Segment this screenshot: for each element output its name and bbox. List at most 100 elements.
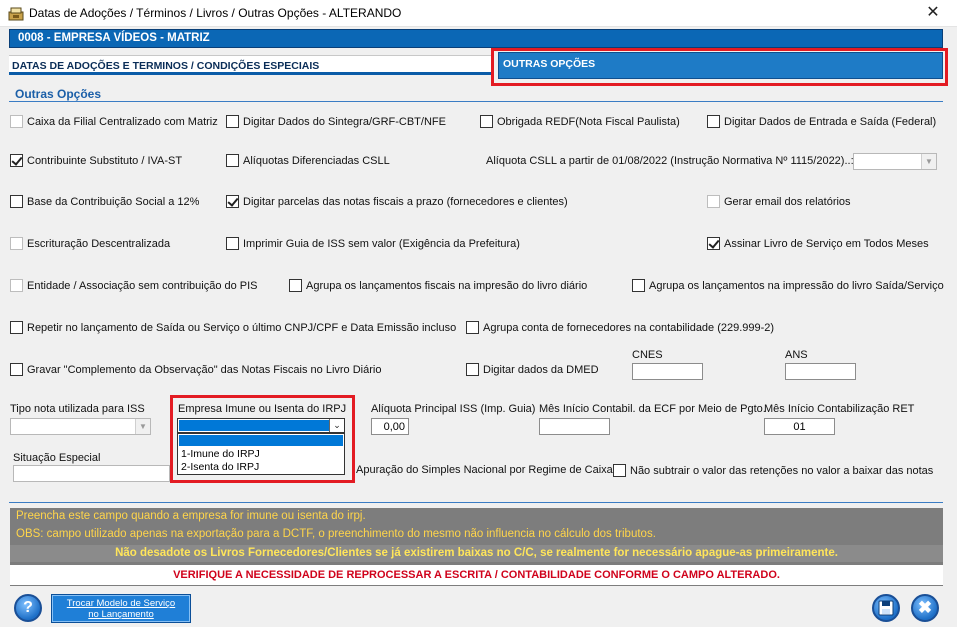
mes-inicio-ecf-label: Mês Início Contabil. da ECF por Meio de … (539, 403, 766, 415)
aliquota-iss-label: Alíquota Principal ISS (Imp. Guia) (371, 403, 536, 415)
checkbox-apuracao-simples[interactable]: Apuração do Simples Nacional por Regime … (356, 464, 613, 476)
app-icon (8, 7, 24, 21)
checkbox-escrituracao[interactable]: Escrituração Descentralizada (10, 237, 170, 250)
checkbox-label: Agrupa os lançamentos fiscais na impresã… (306, 279, 588, 292)
aliquota-csll-select[interactable]: ▼ (853, 153, 937, 170)
checkbox-agrupa-saida[interactable]: Agrupa os lançamentos na impressão do li… (632, 279, 944, 292)
close-button[interactable]: ✖ (911, 594, 939, 622)
cnes-input[interactable] (632, 363, 703, 380)
checkbox-label: Digitar Dados de Entrada e Saída (Federa… (724, 115, 937, 128)
hint-message: Preencha este campo quando a empresa for… (16, 510, 366, 522)
checkbox-repetir-lancamento[interactable]: Repetir no lançamento de Saída ou Serviç… (10, 321, 456, 334)
checkbox-box[interactable] (10, 363, 23, 376)
checkbox-box[interactable] (707, 195, 720, 208)
checkbox-box[interactable] (707, 115, 720, 128)
checkbox-digitar-parcelas[interactable]: Digitar parcelas das notas fiscais a pra… (226, 195, 568, 208)
trocar-modelo-servico-button[interactable]: Trocar Modelo de Serviço no Lançamento (51, 594, 191, 623)
checkbox-label: Imprimir Guia de ISS sem valor (Exigênci… (243, 237, 520, 250)
checkbox-aliquotas-csll[interactable]: Alíquotas Diferenciadas CSLL (226, 154, 390, 167)
checkbox-label: Contribuinte Substituto / IVA-ST (27, 154, 183, 167)
checkbox-label: Gerar email dos relatórios (724, 195, 851, 208)
checkbox-label: Agrupa conta de fornecedores na contabil… (483, 321, 775, 334)
checkbox-entidade[interactable]: Entidade / Associação sem contribuição d… (10, 279, 258, 292)
checkbox-box[interactable] (10, 321, 23, 334)
close-icon: ✖ (917, 598, 933, 617)
checkbox-label: Obrigada REDF(Nota Fiscal Paulista) (497, 115, 680, 128)
checkbox-assinar-livro[interactable]: Assinar Livro de Serviço em Todos Meses (707, 237, 929, 250)
help-icon: ? (23, 599, 33, 616)
checkbox-box[interactable] (226, 195, 239, 208)
checkbox-box[interactable] (466, 363, 479, 376)
checkbox-label: Apuração do Simples Nacional por Regime … (356, 464, 613, 476)
situacao-especial-label: Situação Especial (13, 452, 101, 464)
save-button[interactable] (872, 594, 900, 622)
checkbox-label: Digitar dados da DMED (483, 363, 599, 376)
mes-inicio-ecf-input[interactable] (539, 418, 610, 435)
tab-datas-adocoes[interactable]: DATAS DE ADOÇÕES E TERMINOS / CONDIÇÕES … (9, 55, 493, 75)
checkbox-label: Agrupa os lançamentos na impressão do li… (649, 279, 944, 292)
checkbox-label: Digitar Dados do Sintegra/GRF-CBT/NFE (243, 115, 446, 128)
checkbox-box[interactable] (226, 237, 239, 250)
checkbox-box[interactable] (10, 115, 23, 128)
checkbox-box[interactable] (466, 321, 479, 334)
checkbox-obrigada-redf[interactable]: Obrigada REDF(Nota Fiscal Paulista) (480, 115, 680, 128)
message-divider (9, 502, 943, 503)
button-label-line2: no Lançamento (88, 609, 154, 620)
checkbox-box[interactable] (289, 279, 302, 292)
tab-label: DATAS DE ADOÇÕES E TERMINOS / CONDIÇÕES … (12, 60, 320, 72)
window-title: Datas de Adoções / Términos / Livros / O… (29, 6, 402, 20)
situacao-especial-select[interactable] (13, 465, 170, 482)
ans-label: ANS (785, 349, 808, 361)
checkbox-digitar-sintegra[interactable]: Digitar Dados do Sintegra/GRF-CBT/NFE (226, 115, 446, 128)
checkbox-contribuinte-substituto[interactable]: Contribuinte Substituto / IVA-ST (10, 154, 182, 167)
checkbox-label: Caixa da Filial Centralizado com Matriz (27, 115, 218, 128)
button-label-line1: Trocar Modelo de Serviço (66, 598, 176, 609)
checkbox-label: Digitar parcelas das notas fiscais a pra… (243, 195, 568, 208)
checkbox-base-contribuicao[interactable]: Base da Contribuição Social a 12% (10, 195, 199, 208)
chevron-down-icon[interactable]: ▼ (135, 419, 150, 434)
save-icon (878, 600, 894, 616)
checkbox-label: Base da Contribuição Social a 12% (27, 195, 200, 208)
checkbox-box[interactable] (613, 464, 626, 477)
checkbox-caixa-filial[interactable]: Caixa da Filial Centralizado com Matriz (10, 115, 218, 128)
checkbox-box[interactable] (10, 154, 23, 167)
checkbox-box[interactable] (632, 279, 645, 292)
tipo-nota-iss-label: Tipo nota utilizada para ISS (10, 403, 145, 415)
checkbox-label: Não subtrair o valor das retenções no va… (630, 464, 934, 477)
checkbox-agrupa-diario[interactable]: Agrupa os lançamentos fiscais na impresã… (289, 279, 587, 292)
alert-message: VERIFIQUE A NECESSIDADE DE REPROCESSAR A… (10, 565, 943, 585)
company-header: 0008 - EMPRESA VÍDEOS - MATRIZ (9, 29, 943, 48)
checkbox-gerar-email[interactable]: Gerar email dos relatórios (707, 195, 851, 208)
checkbox-nao-subtrair[interactable]: Não subtrair o valor das retenções no va… (613, 464, 933, 477)
checkbox-box[interactable] (226, 154, 239, 167)
help-button[interactable]: ? (14, 594, 42, 622)
checkbox-digitar-entrada-saida[interactable]: Digitar Dados de Entrada e Saída (Federa… (707, 115, 936, 128)
checkbox-box[interactable] (10, 195, 23, 208)
section-heading: Outras Opções (15, 87, 102, 101)
chevron-down-icon[interactable]: ▼ (921, 154, 936, 169)
warning-message: Não desadote os Livros Fornecedores/Clie… (10, 545, 943, 562)
title-bar: Datas de Adoções / Términos / Livros / O… (0, 0, 957, 27)
checkbox-box[interactable] (480, 115, 493, 128)
ans-input[interactable] (785, 363, 856, 380)
checkbox-digitar-dmed[interactable]: Digitar dados da DMED (466, 363, 599, 376)
checkbox-agrupa-fornecedores[interactable]: Agrupa conta de fornecedores na contabil… (466, 321, 774, 334)
checkbox-label: Repetir no lançamento de Saída ou Serviç… (27, 321, 457, 334)
message-panel: Preencha este campo quando a empresa for… (10, 508, 943, 586)
checkbox-box[interactable] (10, 237, 23, 250)
checkbox-gravar-complemento[interactable]: Gravar "Complemento da Observação" das N… (10, 363, 381, 376)
mes-inicio-ret-label: Mês Início Contabilização RET (764, 403, 915, 415)
irpj-highlight-box (170, 395, 355, 483)
checkbox-imprimir-iss[interactable]: Imprimir Guia de ISS sem valor (Exigênci… (226, 237, 520, 250)
mes-inicio-ret-input[interactable] (764, 418, 835, 435)
aliquota-csll-label: Alíquota CSLL a partir de 01/08/2022 (In… (486, 155, 854, 167)
checkbox-label: Gravar "Complemento da Observação" das N… (27, 363, 382, 376)
aliquota-iss-input[interactable] (371, 418, 409, 435)
window-close-icon[interactable]: ✕ (918, 2, 948, 24)
checkbox-box[interactable] (226, 115, 239, 128)
section-divider (9, 101, 943, 102)
checkbox-box[interactable] (707, 237, 720, 250)
checkbox-box[interactable] (10, 279, 23, 292)
tipo-nota-iss-select[interactable]: ▼ (10, 418, 151, 435)
checkbox-label: Escrituração Descentralizada (27, 237, 171, 250)
